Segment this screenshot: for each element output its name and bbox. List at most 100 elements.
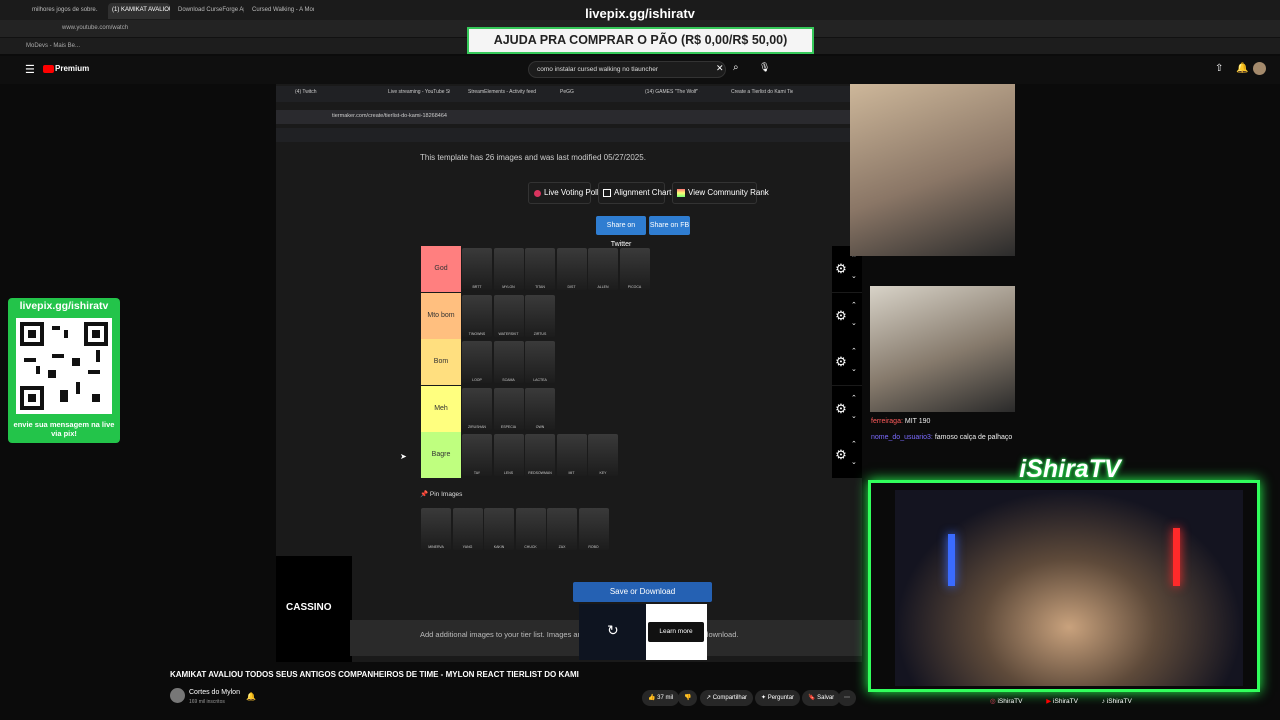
pin-item-name: YANG — [462, 545, 473, 549]
inner-bookmarks — [276, 128, 850, 142]
youtube-logo-icon[interactable] — [43, 65, 54, 73]
tier-item: DIST — [556, 248, 587, 290]
chevron-down-icon: ⌄ — [851, 459, 857, 466]
channel-name[interactable]: Cortes do Mylon — [189, 689, 240, 696]
like-button[interactable]: 👍 37 mil — [642, 690, 680, 706]
pin-item: ROBO — [578, 508, 609, 550]
tier-label: Bom — [421, 339, 461, 385]
live-voting-label: Live Voting Poll — [544, 188, 599, 197]
tier-item-name: TAY — [473, 471, 481, 475]
tier-item: PICOCA — [619, 248, 650, 290]
inner-tab: Live streaming - YouTube Stu... — [388, 89, 450, 95]
tier-item-name: BRTT — [472, 285, 482, 289]
premium-logo[interactable]: Premium — [55, 64, 89, 73]
chevron-up-icon: ⌃ — [851, 302, 857, 309]
dislike-button[interactable]: 👎 — [678, 690, 698, 706]
tier-item: LOOP — [462, 341, 492, 383]
bookmark-item[interactable]: MoDevs - Mais Be... — [26, 43, 80, 49]
tier-item: TITAN — [525, 248, 555, 290]
ask-button[interactable]: ✦ Perguntar — [755, 690, 801, 706]
share-twitter-button: Share on Twitter — [596, 216, 646, 248]
tier-label: God — [421, 246, 461, 292]
tier-item-name: SCAMA — [502, 378, 515, 382]
red-light — [1173, 528, 1180, 586]
tier-item-name: LENS — [503, 471, 514, 475]
bell-icon[interactable]: 🔔 — [246, 692, 256, 701]
alignment-chart-button: Alignment Chart — [598, 182, 671, 204]
chevron-up-icon: ⌃ — [851, 348, 857, 355]
browser-tab[interactable]: Download CurseForge Ap... — [174, 3, 244, 19]
chat-message: nome_do_usuario3: famoso calça de palhaç… — [871, 434, 1013, 441]
share-button[interactable]: ↗ Compartilhar — [700, 690, 754, 706]
avatar[interactable] — [1253, 62, 1266, 75]
tier-item-name: ESPECIA — [500, 425, 517, 429]
blue-light — [948, 534, 955, 586]
browser-tab[interactable]: Cursed Walking - A Moder... — [248, 3, 314, 19]
pin-item-name: ROBO — [588, 545, 599, 549]
video-player[interactable] — [276, 84, 862, 662]
share-icon: ↗ — [706, 695, 712, 701]
donation-goal-bar: AJUDA PRA COMPRAR O PÃO (R$ 0,00/R$ 50,0… — [467, 27, 814, 54]
tier-item: WATERSKIT — [493, 295, 524, 337]
clear-search-icon[interactable]: ✕ — [716, 63, 724, 74]
more-button[interactable]: ⋯ — [838, 690, 856, 706]
channel-avatar[interactable] — [170, 688, 185, 703]
tier-item-name: ALLEN — [597, 285, 609, 289]
pin-images-label: 📌 Pin Images — [420, 491, 463, 498]
grid-icon — [603, 189, 611, 197]
cursor-icon: ➤ — [400, 452, 407, 461]
tier-item: SCAMA — [493, 341, 524, 383]
bookmark-icon: 🔖 — [808, 695, 816, 701]
stream-brand: iShiraTV — [1019, 455, 1121, 483]
casino-logo: CASSINO — [286, 602, 332, 613]
tier-label: Meh — [421, 386, 461, 432]
community-rank-label: View Community Rank — [688, 188, 769, 197]
subscriber-count: 169 mil inscritos — [189, 699, 225, 705]
inner-tab: StreamElements - Activity feed — [468, 89, 537, 95]
browser-tab-active[interactable]: (1) KAMIKAT AVALIOU — [108, 3, 170, 19]
tier-item-name: PICOCA — [627, 285, 642, 289]
tier-item-name: MIT — [568, 471, 575, 475]
share-fb-button: Share on FB — [649, 216, 690, 235]
pin-item-name: MINERVA — [428, 545, 444, 549]
save-button[interactable]: 🔖 Salvar — [802, 690, 841, 706]
inner-url: tiermaker.com/create/tierlist-do-kami-18… — [276, 110, 850, 124]
pin-item: ZAX — [547, 508, 577, 550]
template-info: This template has 26 images and was last… — [420, 153, 646, 162]
gear-icon: ⚙ — [835, 401, 847, 416]
social-links: ◎ iShiraTV ▶ iShiraTV ♪ iShiraTV — [990, 698, 1132, 705]
chevron-down-icon: ⌄ — [851, 273, 857, 280]
gear-icon: ⚙ — [835, 354, 847, 369]
pin-item-name: KAKIN — [493, 545, 505, 549]
search-icon[interactable]: ⌕ — [733, 62, 739, 73]
menu-icon[interactable]: ☰ — [25, 63, 35, 76]
rank-icon — [677, 189, 685, 197]
notifications-icon[interactable]: 🔔 — [1236, 63, 1248, 74]
video-title: KAMIKAT AVALIOU TODOS SEUS ANTIGOS COMPA… — [170, 670, 579, 679]
qr-code-icon — [16, 318, 112, 414]
streamer-webcam — [895, 490, 1243, 686]
tier-item: OWN — [525, 388, 555, 430]
tier-item-name: OWN — [535, 425, 545, 429]
search-input[interactable]: como instalar cursed walking no tlaunche… — [528, 61, 726, 78]
tier-item: ZIRUSHAN — [462, 388, 492, 430]
pin-item: CHUCK — [515, 508, 546, 550]
like-icon: 👍 — [648, 695, 656, 701]
upload-icon[interactable]: ⇧ — [1215, 63, 1223, 74]
browser-tab[interactable]: milhores jogos de sobre... — [28, 3, 98, 19]
tier-item-name: LACTEA — [533, 378, 547, 382]
microphone-icon[interactable]: 🎙 — [759, 62, 770, 73]
tier-item: ESPECIA — [493, 388, 524, 430]
pin-item: YANG — [452, 508, 483, 550]
tier-item: BRTT — [462, 248, 492, 290]
url-text[interactable]: www.youtube.com/watch — [62, 25, 128, 31]
tier-item: REDSOWMAN — [525, 434, 555, 476]
pin-icon: 📌 — [420, 491, 429, 498]
tier-item: LENS — [493, 434, 524, 476]
tier-label: Bagre — [421, 432, 461, 478]
tier-item-name: KEY — [599, 471, 607, 475]
pin-item: MINERVA — [421, 508, 451, 550]
chevron-down-icon: ⌄ — [851, 320, 857, 327]
gear-icon: ⚙ — [835, 447, 847, 462]
tier-item-name: DIST — [567, 285, 576, 289]
